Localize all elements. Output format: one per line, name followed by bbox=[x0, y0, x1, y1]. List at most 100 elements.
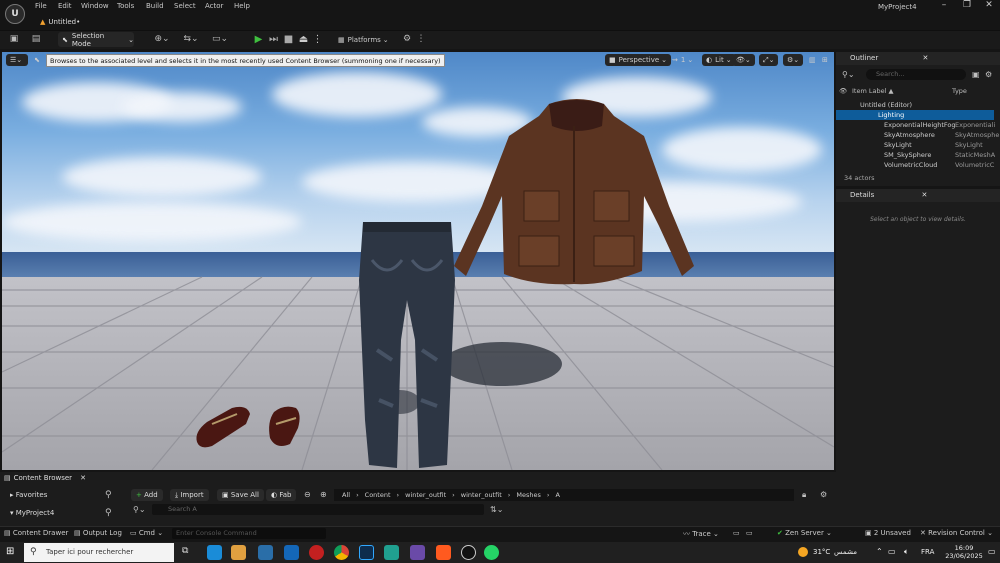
cmd-dropdown[interactable]: ▭ Cmd ⌄ bbox=[130, 529, 163, 537]
path-winter-outfit[interactable]: winter_outfit bbox=[405, 489, 446, 501]
browse-icon[interactable]: ▤ bbox=[29, 34, 43, 45]
document-tab[interactable]: ▲ Untitled• bbox=[40, 15, 80, 28]
sort-icon[interactable]: ⇅⌄ bbox=[490, 505, 503, 514]
path-content[interactable]: Content bbox=[365, 489, 391, 501]
file-explorer-icon[interactable] bbox=[231, 545, 246, 560]
settings-icon[interactable]: ⚙ bbox=[985, 70, 992, 79]
task-view-icon[interactable]: ⧉ bbox=[182, 546, 188, 556]
store-icon[interactable] bbox=[258, 545, 273, 560]
tray-chevron-icon[interactable]: ⌃ bbox=[876, 547, 883, 556]
selection-mode-dropdown[interactable]: ⬉ Selection Mode ⌄ bbox=[58, 32, 134, 48]
step-icon[interactable]: ⏭ bbox=[267, 33, 280, 46]
outlook-icon[interactable] bbox=[284, 545, 299, 560]
outliner-row[interactable]: ExponentialHeightFog Exponentiali bbox=[836, 120, 995, 130]
unreal-logo-icon[interactable]: U bbox=[5, 4, 25, 24]
more-icon[interactable]: ⋮ bbox=[414, 34, 428, 45]
play-options-icon[interactable]: ⋮ bbox=[311, 33, 324, 46]
cinematics-icon[interactable]: ▭⌄ bbox=[209, 34, 231, 45]
status-icon[interactable]: ▭ bbox=[733, 529, 740, 537]
lock-icon[interactable]: 🔒︎ bbox=[802, 490, 806, 500]
close-icon[interactable]: ✕ bbox=[922, 191, 928, 199]
console-input[interactable]: Enter Console Command bbox=[172, 528, 326, 539]
revision-control-button[interactable]: ✕ Revision Control ⌄ bbox=[920, 529, 993, 537]
settings-icon[interactable]: ⚙ bbox=[400, 34, 414, 45]
notifications-icon[interactable]: ▭ bbox=[988, 547, 996, 556]
menu-file[interactable]: File bbox=[35, 2, 47, 10]
show-icon[interactable]: 👁⌄ bbox=[732, 54, 755, 66]
camera-speed-dropdown[interactable]: ⇝ 1 ⌄ bbox=[668, 54, 697, 66]
add-actor-icon[interactable]: ⊕⌄ bbox=[152, 34, 172, 45]
column-item-label[interactable]: Item Label ▲ bbox=[852, 87, 893, 97]
app-icon-2[interactable] bbox=[410, 545, 425, 560]
forward-icon[interactable]: ⊕ bbox=[320, 490, 327, 499]
save-icon[interactable]: ▣ bbox=[7, 34, 21, 45]
back-icon[interactable]: ⊖ bbox=[304, 490, 311, 499]
maximize-viewport-icon[interactable]: ⊞ bbox=[818, 54, 832, 66]
details-tab[interactable]: Details ✕ bbox=[836, 189, 1000, 202]
save-all-button[interactable]: ▣ Save All bbox=[217, 489, 264, 501]
menu-select[interactable]: Select bbox=[174, 2, 196, 10]
menu-edit[interactable]: Edit bbox=[58, 2, 72, 10]
status-icon-2[interactable]: ▭ bbox=[746, 529, 753, 537]
content-search-input[interactable]: Search A bbox=[152, 504, 484, 515]
brave-icon[interactable] bbox=[436, 545, 451, 560]
jeans-mesh[interactable] bbox=[357, 220, 457, 470]
windows-search-input[interactable]: Taper ici pour rechercher bbox=[24, 543, 174, 562]
output-log-button[interactable]: ▤ Output Log bbox=[74, 529, 122, 537]
photoshop-icon[interactable] bbox=[359, 545, 374, 560]
volume-icon[interactable]: 🔈︎ bbox=[904, 547, 909, 557]
outliner-row[interactable]: VolumetricCloud VolumetricC bbox=[836, 160, 994, 170]
path-winter-outfit-2[interactable]: winter_outfit bbox=[461, 489, 502, 501]
menu-build[interactable]: Build bbox=[146, 2, 164, 10]
zen-server-button[interactable]: ✔ Zen Server ⌄ bbox=[777, 529, 832, 537]
unsaved-button[interactable]: ▣ 2 Unsaved bbox=[865, 529, 911, 537]
select-tool-icon[interactable]: ⬉ bbox=[30, 54, 44, 66]
close-icon[interactable]: ✕ bbox=[922, 54, 928, 62]
filter-icon[interactable]: ⚲⌄ bbox=[133, 505, 146, 514]
windows-start-icon[interactable]: ⊞ bbox=[6, 546, 14, 557]
filter-icon[interactable]: ⚲⌄ bbox=[842, 70, 855, 79]
column-type[interactable]: Type bbox=[952, 87, 967, 97]
opera-icon[interactable] bbox=[309, 545, 324, 560]
blueprint-icon[interactable]: ⇆⌄ bbox=[180, 34, 202, 45]
content-drawer-button[interactable]: ▤ Content Drawer bbox=[4, 529, 68, 537]
outliner-row[interactable]: SM_SkySphere StaticMeshA bbox=[836, 150, 995, 160]
settings-icon[interactable]: ⚙ bbox=[820, 490, 827, 499]
search-icon[interactable]: ⚲ bbox=[105, 490, 112, 500]
path-a[interactable]: A bbox=[555, 489, 559, 501]
perspective-dropdown[interactable]: ■ Perspective ⌄ bbox=[605, 54, 672, 66]
lit-dropdown[interactable]: ◐ Lit ⌄ bbox=[702, 54, 736, 66]
outliner-row[interactable]: SkyLight SkyLight bbox=[836, 140, 994, 150]
outliner-search-input[interactable]: Search... bbox=[866, 69, 966, 80]
import-button[interactable]: ⤓ Import bbox=[170, 489, 209, 501]
search-icon[interactable]: ⚲ bbox=[105, 508, 112, 518]
close-window-icon[interactable]: ✕ bbox=[978, 0, 1000, 12]
trace-dropdown[interactable]: 〰 Trace ⌄ bbox=[683, 529, 719, 539]
minimize-icon[interactable]: – bbox=[933, 0, 955, 12]
fab-button[interactable]: ◐ Fab bbox=[266, 489, 297, 501]
unreal-taskbar-icon[interactable] bbox=[461, 545, 476, 560]
level-viewport[interactable]: ☰⌄ ⬉ ■ Perspective ⌄ ⇝ 1 ⌄ ◐ Lit ⌄ 👁⌄ ⤢⌄… bbox=[2, 52, 834, 470]
outliner-row[interactable]: Untitled (Editor) bbox=[836, 100, 994, 110]
transform-icon[interactable]: ⤢⌄ bbox=[759, 54, 779, 66]
play-icon[interactable]: ▶ bbox=[252, 33, 265, 46]
menu-window[interactable]: Window bbox=[81, 2, 109, 10]
content-browser-tab[interactable]: ▤ Content Browser ✕ bbox=[4, 472, 86, 484]
maximize-icon[interactable]: ❐ bbox=[956, 0, 978, 12]
path-all[interactable]: All bbox=[342, 489, 350, 501]
menu-help[interactable]: Help bbox=[234, 2, 250, 10]
chrome-icon[interactable] bbox=[334, 545, 349, 560]
outliner-row-selected[interactable]: Lighting bbox=[836, 110, 994, 120]
outliner-tab[interactable]: Outliner ✕ bbox=[836, 52, 1000, 65]
menu-tools[interactable]: Tools bbox=[117, 2, 134, 10]
close-icon[interactable]: ✕ bbox=[80, 474, 86, 482]
edge-icon[interactable] bbox=[207, 545, 222, 560]
stop-icon[interactable]: ■ bbox=[282, 33, 295, 46]
network-icon[interactable]: ▭ bbox=[888, 547, 896, 556]
app-icon[interactable] bbox=[384, 545, 399, 560]
shoes-mesh[interactable] bbox=[192, 402, 312, 450]
outliner-row[interactable]: SkyAtmosphere SkyAtmosphe bbox=[836, 130, 999, 140]
jacket-mesh[interactable] bbox=[454, 96, 700, 288]
path-meshes[interactable]: Meshes bbox=[516, 489, 541, 501]
add-folder-icon[interactable]: ▣ bbox=[972, 70, 980, 79]
